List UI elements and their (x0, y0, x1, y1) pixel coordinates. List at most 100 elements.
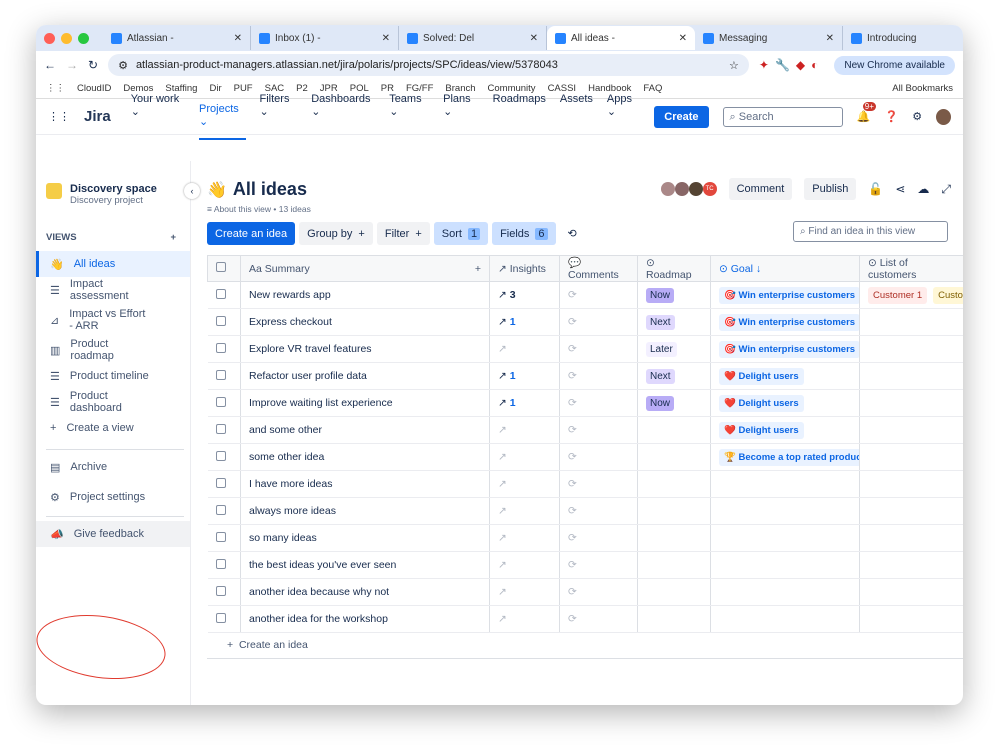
sort-button[interactable]: Sort 1 (433, 222, 489, 245)
customer-tag[interactable]: Customer 1 (868, 287, 928, 304)
column-header[interactable]: ↗ Insights (489, 255, 560, 282)
star-icon[interactable]: ☆ (729, 59, 739, 72)
browser-tab[interactable]: Introducing✕ (843, 26, 963, 50)
goal-tag[interactable]: 🎯 Win enterprise customers (719, 341, 859, 358)
add-field-icon[interactable]: + (475, 263, 481, 275)
create-idea-button[interactable]: Create an idea (207, 222, 296, 245)
about-view-link[interactable]: ≡ About this view • 13 ideas (207, 204, 311, 214)
help-icon[interactable]: ❓ (885, 110, 899, 123)
new-chrome-button[interactable]: New Chrome available (834, 55, 955, 75)
export-icon[interactable]: ☁ (917, 182, 929, 196)
roadmap-lozenge[interactable]: Later (646, 342, 677, 357)
comment-icon[interactable]: ⟳ (568, 451, 577, 463)
sidebar-view-item[interactable]: ☰ Product timeline (36, 363, 190, 389)
row-checkbox[interactable] (207, 470, 241, 498)
sidebar-view-item[interactable]: ▥ Product roadmap (36, 337, 190, 363)
nav-item[interactable]: Apps ⌄ (607, 93, 640, 140)
column-header[interactable]: 💬 Comments (559, 255, 638, 282)
settings-icon[interactable]: ⚙ (912, 110, 922, 123)
create-idea-row[interactable]: + Create an idea (207, 632, 963, 659)
goal-tag[interactable]: 🎯 Win enterprise customers (719, 314, 859, 331)
row-checkbox[interactable] (207, 416, 241, 444)
row-checkbox[interactable] (207, 443, 241, 471)
lock-icon[interactable]: 🔓 (868, 182, 883, 196)
column-header[interactable]: ⊙ Roadmap (637, 255, 711, 282)
table-row[interactable]: Express checkout ↗ 1 ⟳ Next 🎯 Win enterprise… (207, 308, 963, 336)
goal-tag[interactable]: ❤️ Delight users (719, 395, 804, 412)
browser-tab[interactable]: Atlassian - ✕ (103, 26, 251, 50)
row-checkbox[interactable] (207, 335, 241, 363)
sidebar-view-item[interactable]: + Create a view (36, 415, 190, 441)
table-row[interactable]: Improve waiting list experience ↗ 1 ⟳ Now ❤️… (207, 389, 963, 417)
close-tab-icon[interactable]: ✕ (382, 33, 390, 44)
row-checkbox[interactable] (207, 308, 241, 336)
create-button[interactable]: Create (654, 105, 709, 128)
row-checkbox[interactable] (207, 524, 241, 552)
close-tab-icon[interactable]: ✕ (679, 33, 687, 44)
comment-icon[interactable]: ⟳ (568, 397, 577, 409)
apps-icon[interactable]: ⋮⋮ (46, 83, 65, 94)
sidebar-view-item[interactable]: ☰ Product dashboard (36, 389, 190, 415)
autosort-icon[interactable]: ⟲ (560, 222, 585, 245)
row-checkbox[interactable] (207, 362, 241, 390)
table-row[interactable]: another idea because why not ↗ ⟳ (207, 578, 963, 606)
comment-icon[interactable]: ⟳ (568, 478, 577, 490)
address-bar[interactable]: ⚙ atlassian-product-managers.atlassian.ne… (108, 54, 749, 76)
jira-logo[interactable]: Jira (84, 108, 111, 125)
sidebar-view-item[interactable]: 👋 All ideas (36, 251, 190, 277)
table-row[interactable]: Refactor user profile data ↗ 1 ⟳ Next ❤️ Del… (207, 362, 963, 390)
goal-tag[interactable]: 🎯 Win enterprise customers (719, 287, 859, 304)
site-info-icon[interactable]: ⚙ (118, 59, 128, 72)
roadmap-lozenge[interactable]: Now (646, 396, 675, 411)
minimize-button[interactable] (61, 32, 72, 44)
table-row[interactable]: always more ideas ↗ ⟳ (207, 497, 963, 525)
column-header[interactable]: Aa Summary + (240, 255, 490, 282)
reload-icon[interactable]: ↻ (88, 58, 98, 72)
project-header[interactable]: Discovery space Discovery project (36, 161, 190, 206)
find-idea-input[interactable]: ⌕ Find an idea in this view (793, 221, 948, 242)
browser-tab[interactable]: Inbox (1) - ✕ (251, 26, 399, 50)
comment-icon[interactable]: ⟳ (568, 343, 577, 355)
sidebar-item-archive[interactable]: ▤ Archive (36, 454, 190, 480)
back-icon[interactable]: ← (44, 58, 56, 72)
nav-item[interactable]: Assets (560, 93, 593, 140)
fullscreen-icon[interactable]: ⤢ (941, 182, 951, 197)
table-row[interactable]: so many ideas ↗ ⟳ (207, 524, 963, 552)
comment-icon[interactable]: ⟳ (568, 289, 577, 301)
row-checkbox[interactable] (207, 281, 241, 309)
nav-item[interactable]: Teams ⌄ (389, 93, 429, 140)
table-row[interactable]: some other idea ↗ ⟳ 🏆 Become a top rated p… (207, 443, 963, 471)
share-icon[interactable]: ⋖ (895, 182, 905, 196)
table-row[interactable]: I have more ideas ↗ ⟳ (207, 470, 963, 498)
table-row[interactable]: the best ideas you've ever seen ↗ ⟳ (207, 551, 963, 579)
sidebar-item-project-settings[interactable]: ⚙ Project settings (36, 484, 190, 510)
close-tab-icon[interactable]: ✕ (234, 33, 242, 44)
comment-icon[interactable]: ⟳ (568, 424, 577, 436)
roadmap-lozenge[interactable]: Next (646, 315, 675, 330)
row-checkbox[interactable] (207, 389, 241, 417)
close-tab-icon[interactable]: ✕ (530, 33, 538, 44)
row-checkbox[interactable] (207, 578, 241, 606)
table-row[interactable]: and some other ↗ ⟳ ❤️ Delight users (207, 416, 963, 444)
all-bookmarks[interactable]: All Bookmarks (892, 83, 953, 94)
group-by-button[interactable]: Group by + (299, 222, 373, 245)
comment-icon[interactable]: ⟳ (568, 370, 577, 382)
comment-icon[interactable]: ⟳ (568, 559, 577, 571)
collaborator-avatars[interactable]: TC (660, 182, 717, 196)
comment-icon[interactable]: ⟳ (568, 613, 577, 625)
search-input[interactable]: ⌕ Search (722, 106, 843, 127)
row-checkbox[interactable] (207, 497, 241, 525)
publish-button[interactable]: Publish (804, 178, 857, 200)
maximize-button[interactable] (78, 32, 89, 44)
nav-item[interactable]: Roadmaps (493, 93, 546, 140)
comment-button[interactable]: Comment (728, 178, 793, 200)
row-checkbox[interactable] (207, 605, 241, 633)
nav-item[interactable]: Your work ⌄ (131, 93, 185, 140)
add-view-icon[interactable]: + (170, 232, 176, 243)
column-header[interactable]: ⊙ Goal ↓ (710, 255, 860, 282)
nav-item[interactable]: Projects ⌄ (199, 93, 246, 140)
table-row[interactable]: New rewards app ↗ 3 ⟳ Now 🎯 Win enterprise c… (207, 281, 963, 309)
extension-icons[interactable]: ✦🔧◆◐ (759, 58, 824, 72)
roadmap-lozenge[interactable]: Now (646, 288, 675, 303)
sidebar-view-item[interactable]: ⊿ Impact vs Effort - ARR (36, 303, 190, 337)
